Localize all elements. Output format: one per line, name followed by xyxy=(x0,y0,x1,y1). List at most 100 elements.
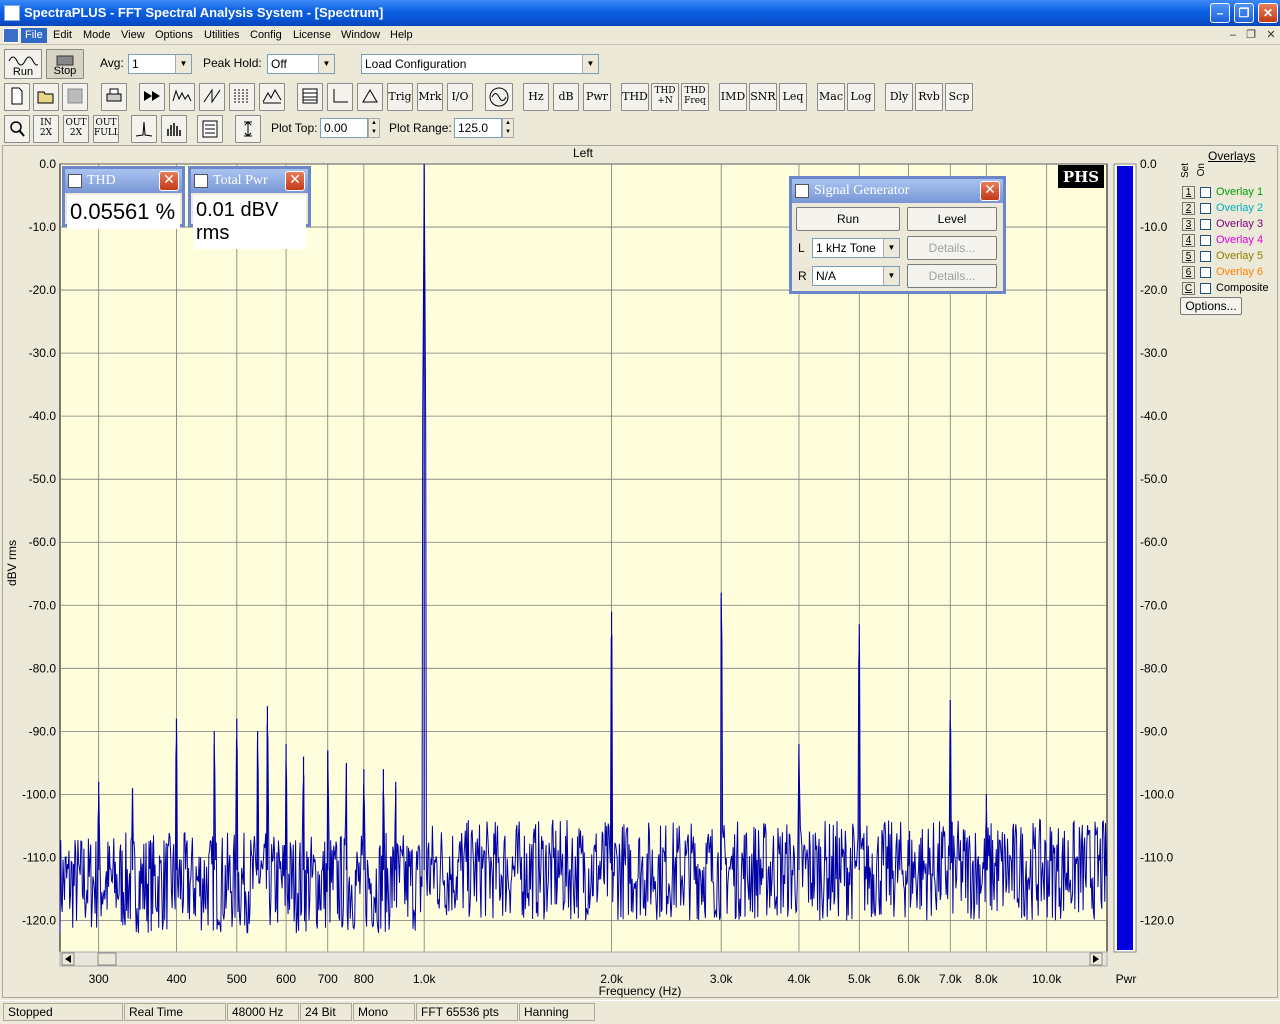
overlay-checkbox[interactable] xyxy=(1200,219,1211,230)
dly-button[interactable]: Dly xyxy=(885,83,913,111)
menu-config[interactable]: Config xyxy=(246,28,286,43)
mdi-minimize-button[interactable]: – xyxy=(1226,29,1240,41)
config-select[interactable]: Load Configuration ▼ xyxy=(361,54,599,74)
avg-select[interactable]: 1 ▼ xyxy=(128,54,192,74)
spectrogram-button[interactable] xyxy=(229,83,255,111)
generator-run-button[interactable]: Run xyxy=(796,207,900,231)
left-signal-select[interactable]: 1 kHz Tone ▼ xyxy=(812,238,900,258)
menu-edit[interactable]: Edit xyxy=(49,28,76,43)
thd-n-button[interactable]: THD +N xyxy=(651,83,679,111)
overlay-checkbox[interactable] xyxy=(1200,267,1211,278)
right-details-button[interactable]: Details... xyxy=(907,264,997,288)
overlay-checkbox[interactable] xyxy=(1200,235,1211,246)
thd-window-titlebar[interactable]: THD ✕ xyxy=(65,169,182,193)
level-tick-label: -50.0 xyxy=(1140,472,1168,486)
peak-hold-select[interactable]: Off ▼ xyxy=(267,54,335,74)
scrollbar-thumb[interactable] xyxy=(97,952,117,966)
horizontal-scrollbar[interactable] xyxy=(59,951,1108,967)
db-button[interactable]: dB xyxy=(553,83,579,111)
overlay-set-button[interactable]: 5 xyxy=(1182,250,1195,263)
menu-window[interactable]: Window xyxy=(337,28,384,43)
menu-help[interactable]: Help xyxy=(386,28,417,43)
avg-value: 1 xyxy=(132,57,139,71)
peak-hold-value: Off xyxy=(271,57,287,71)
x-tick-label: 3.0k xyxy=(710,972,734,986)
overlay-checkbox[interactable] xyxy=(1200,187,1211,198)
io-button[interactable]: I/O xyxy=(447,83,473,111)
overlay-set-button[interactable]: 6 xyxy=(1182,266,1195,279)
signal-generator-titlebar[interactable]: Signal Generator ✕ xyxy=(792,179,1003,203)
menu-options[interactable]: Options xyxy=(151,28,197,43)
document-icon[interactable] xyxy=(3,28,19,43)
menu-utilities[interactable]: Utilities xyxy=(200,28,243,43)
hz-button[interactable]: Hz xyxy=(523,83,549,111)
mdi-close-button[interactable]: ✕ xyxy=(1264,29,1278,41)
total-pwr-titlebar[interactable]: Total Pwr ✕ xyxy=(191,169,308,193)
plot-properties-button[interactable] xyxy=(197,115,223,143)
level-tick-label: -90.0 xyxy=(1140,724,1168,738)
spectrum-view-button[interactable] xyxy=(169,83,195,111)
overlay-set-button[interactable]: C xyxy=(1182,282,1195,295)
scp-button[interactable]: Scp xyxy=(945,83,973,111)
zoom-button[interactable] xyxy=(4,115,30,143)
overlay-set-button[interactable]: 4 xyxy=(1182,234,1195,247)
overlay-set-button[interactable]: 1 xyxy=(1182,186,1195,199)
overlay-checkbox[interactable] xyxy=(1200,203,1211,214)
right-signal-select[interactable]: N/A ▼ xyxy=(812,266,900,286)
mac-button[interactable]: Mac xyxy=(817,83,845,111)
overlay-options-button[interactable]: Options... xyxy=(1180,297,1242,315)
zoom-out-2x-button[interactable]: OUT 2X xyxy=(63,115,89,143)
overlay-set-button[interactable]: 2 xyxy=(1182,202,1195,215)
stop-button[interactable]: Stop xyxy=(46,49,84,79)
overlay-checkbox[interactable] xyxy=(1200,251,1211,262)
fast-forward-button[interactable] xyxy=(139,83,165,111)
mrk-button[interactable]: Mrk xyxy=(417,83,443,111)
open-file-button[interactable] xyxy=(33,83,59,111)
minimize-button[interactable]: – xyxy=(1210,3,1230,23)
save-button[interactable] xyxy=(62,83,88,111)
axis-button[interactable] xyxy=(327,83,353,111)
signal-generator-button[interactable] xyxy=(485,83,513,111)
left-details-button[interactable]: Details... xyxy=(907,236,997,260)
bar-display-button[interactable] xyxy=(161,115,187,143)
imd-button[interactable]: IMD xyxy=(719,83,747,111)
pwr-button[interactable]: Pwr xyxy=(583,83,611,111)
weighting-button[interactable] xyxy=(357,83,383,111)
leq-button[interactable]: Leq xyxy=(779,83,807,111)
menu-view[interactable]: View xyxy=(117,28,149,43)
thd-freq-button[interactable]: THD Freq xyxy=(681,83,709,111)
3d-surface-button[interactable] xyxy=(259,83,285,111)
signal-generator-close-button[interactable]: ✕ xyxy=(980,181,1000,201)
time-view-button[interactable] xyxy=(199,83,225,111)
overlay-label: Overlay 2 xyxy=(1216,202,1264,214)
log-button[interactable]: Log xyxy=(847,83,875,111)
plot-top-input[interactable]: 0.00 xyxy=(320,118,368,138)
menu-license[interactable]: License xyxy=(289,28,335,43)
plot-top-spinner[interactable]: ▲ ▼ xyxy=(368,118,380,138)
new-file-button[interactable] xyxy=(4,83,30,111)
zoom-in-2x-button[interactable]: IN 2X xyxy=(33,115,59,143)
mdi-restore-button[interactable]: ❐ xyxy=(1244,29,1258,41)
trig-button[interactable]: Trig xyxy=(387,83,413,111)
close-button[interactable]: ✕ xyxy=(1258,3,1278,23)
level-tick-label: -120.0 xyxy=(1140,913,1174,927)
zoom-full-button[interactable]: OUT FULL xyxy=(93,115,119,143)
total-pwr-close-button[interactable]: ✕ xyxy=(285,171,305,191)
rvb-button[interactable]: Rvb xyxy=(915,83,943,111)
plot-range-input[interactable]: 125.0 xyxy=(454,118,502,138)
generator-level-button[interactable]: Level xyxy=(907,207,997,231)
run-button[interactable]: Run xyxy=(4,49,42,79)
print-button[interactable] xyxy=(101,83,127,111)
thd-button[interactable]: THD xyxy=(621,83,649,111)
table-view-button[interactable] xyxy=(297,83,323,111)
menu-file[interactable]: File xyxy=(21,28,47,43)
thd-close-button[interactable]: ✕ xyxy=(159,171,179,191)
plot-range-spinner[interactable]: ▲ ▼ xyxy=(502,118,514,138)
peak-display-button[interactable] xyxy=(131,115,157,143)
overlay-checkbox[interactable] xyxy=(1200,283,1211,294)
menu-mode[interactable]: Mode xyxy=(79,28,115,43)
maximize-button[interactable]: ❐ xyxy=(1234,3,1254,23)
snr-button[interactable]: SNR xyxy=(749,83,777,111)
auto-scale-button[interactable] xyxy=(235,115,261,143)
overlay-set-button[interactable]: 3 xyxy=(1182,218,1195,231)
